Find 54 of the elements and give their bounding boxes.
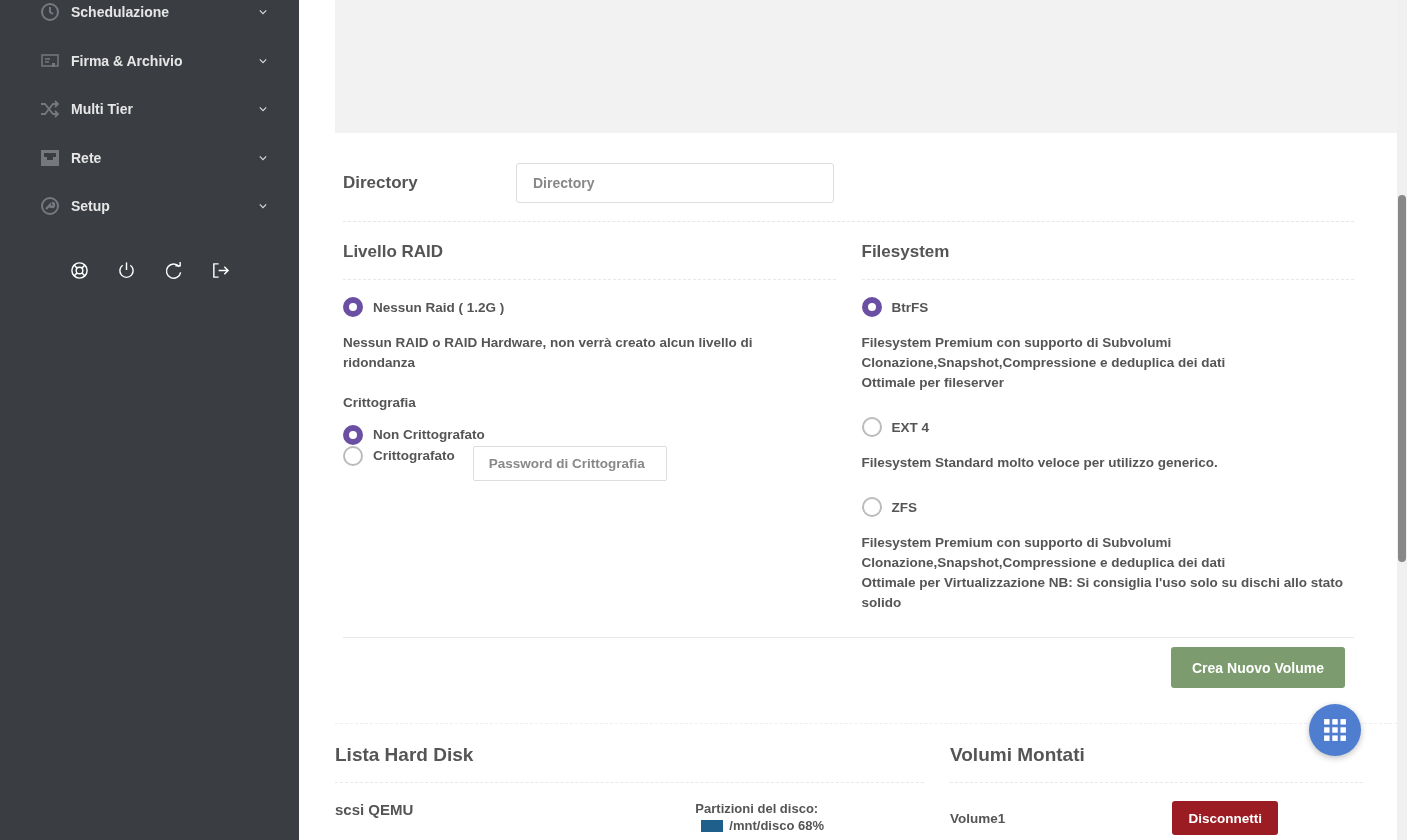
description: Filesystem Premium con supporto di Subvolumi: [861, 534, 1173, 552]
chevron-icon: [259, 57, 267, 64]
description: Ottimale per fileserver: [861, 374, 1006, 392]
radio-button[interactable]: [861, 497, 882, 517]
radio-button[interactable]: [861, 297, 882, 317]
volume-name: Volume1: [950, 810, 1006, 826]
description: Clonazione,Snapshot,Compressione e deduplica dei dati: [861, 554, 1227, 572]
shuffle-icon: [40, 99, 60, 120]
partition-label: /mnt/disco 68%: [729, 818, 824, 833]
sidebar-item[interactable]: Multi Tier: [0, 85, 299, 134]
sidebar-item[interactable]: Setup: [0, 182, 299, 231]
radio-label: ZFS: [891, 499, 917, 515]
radio-label: Non Crittografato: [373, 427, 485, 442]
radio-button[interactable]: [343, 297, 363, 317]
sidebar-item[interactable]: Firma & Archivio: [0, 36, 299, 85]
chevron-icon: [259, 203, 267, 210]
directory-label: Directory: [343, 173, 419, 193]
radio-label: BtrFS: [891, 299, 929, 315]
section-title: Livello RAID: [343, 222, 836, 280]
partitions-label: Partizioni del disco:: [695, 801, 820, 816]
radio-button[interactable]: [861, 417, 882, 437]
radio-button[interactable]: [343, 424, 363, 445]
scrollbar-thumb[interactable]: [1398, 195, 1406, 562]
radio-label: Crittografato: [373, 448, 455, 463]
chevron-icon: [259, 106, 267, 113]
description: Ottimale per Virtualizzazione NB: Si consiglia l'uso solo su dischi allo stato solido: [861, 574, 1345, 612]
lifebuoy-icon[interactable]: [70, 260, 89, 280]
scrollbar[interactable]: [1397, 0, 1407, 840]
directory-field[interactable]: Directory: [516, 163, 834, 203]
sidebar-item[interactable]: Schedulazione: [0, 0, 299, 37]
chevron-icon: [259, 9, 267, 16]
grid-icon: [1323, 718, 1347, 742]
section-title: Lista Hard Disk: [335, 744, 924, 783]
chevron-icon: [259, 154, 267, 161]
description: Filesystem Premium con supporto di Subvolumi: [861, 334, 1173, 352]
password-field[interactable]: Password di Crittografia: [472, 446, 667, 481]
refresh-icon[interactable]: [164, 260, 183, 280]
wrench-icon: [40, 196, 60, 217]
description: Nessun RAID o RAID Hardware, non verrà creato alcun livello di ridondanza: [343, 334, 754, 372]
radio-label: EXT 4: [891, 419, 929, 435]
power-icon[interactable]: [117, 260, 136, 280]
apps-button[interactable]: [1309, 704, 1361, 756]
sidebar-item[interactable]: Rete: [0, 133, 299, 182]
disconnect-button[interactable]: Disconnetti: [1172, 801, 1278, 835]
section-title: Filesystem: [861, 222, 1354, 280]
radio-button[interactable]: [343, 445, 363, 466]
radio-label: Nessun Raid ( 1.2G ): [373, 299, 505, 315]
disk-name: scsi QEMU: [335, 801, 414, 820]
description: Filesystem Standard molto veloce per utilizzo generico.: [861, 454, 1219, 472]
encryption-label: Crittografia: [343, 395, 417, 410]
description: Clonazione,Snapshot,Compressione e deduplica dei dati: [861, 354, 1227, 372]
network-icon: [40, 147, 60, 168]
clock-icon: [40, 2, 60, 23]
logout-icon[interactable]: [211, 260, 230, 280]
